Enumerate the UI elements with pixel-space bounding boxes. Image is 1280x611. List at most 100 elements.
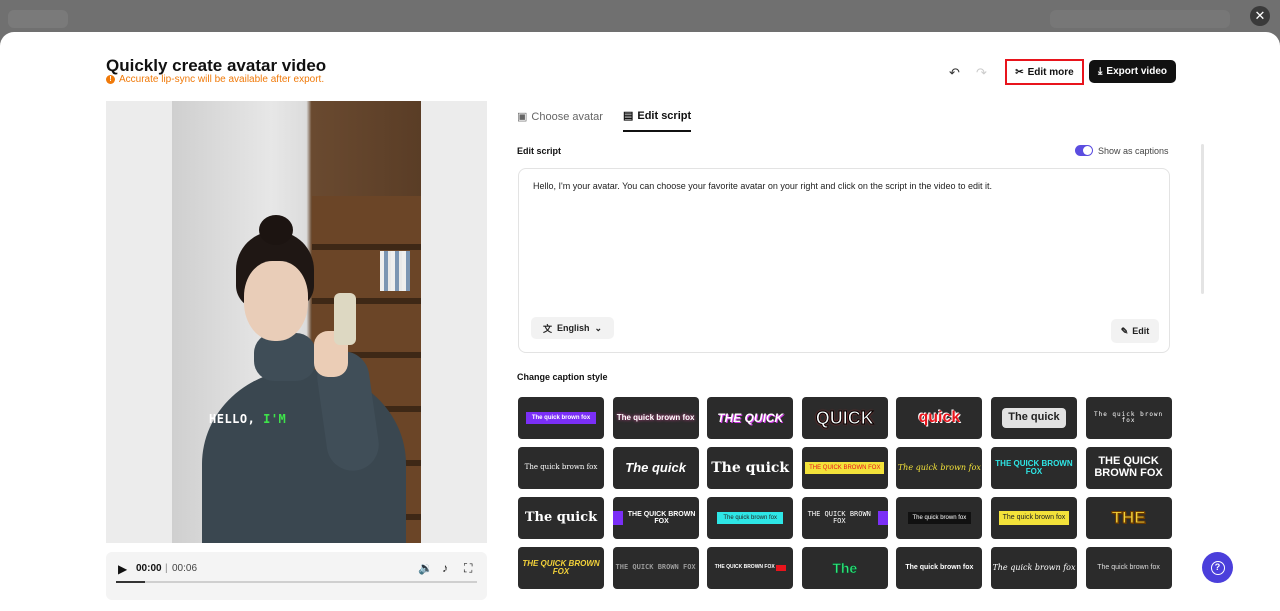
- language-select[interactable]: 文 English ⌄: [531, 317, 614, 339]
- scrollbar[interactable]: [1201, 144, 1204, 294]
- undo-icon[interactable]: ↶: [949, 65, 960, 81]
- caption-style-option[interactable]: QUICK: [801, 397, 888, 439]
- fullscreen-icon[interactable]: ⛶: [464, 561, 472, 576]
- caption-style-option[interactable]: THE QUICK BROWN FOX: [990, 447, 1077, 489]
- caption-style-option[interactable]: The: [801, 547, 888, 589]
- tab-label: Edit script: [637, 109, 692, 122]
- tab-choose-avatar[interactable]: ▣ Choose avatar: [517, 109, 603, 132]
- time-separator: |: [165, 563, 168, 574]
- caption-style-option[interactable]: THE QUICK BROWN FOX: [612, 497, 699, 539]
- caption-style-option[interactable]: quick: [896, 397, 983, 439]
- caption-style-option[interactable]: The quick: [518, 497, 604, 539]
- lip-sync-warning: ! Accurate lip-sync will be available af…: [106, 74, 324, 85]
- caption-style-option[interactable]: THE: [1085, 497, 1172, 539]
- caption-style-text: THE QUICK BROWN FOX: [615, 563, 696, 572]
- caption-style-text: The quick: [711, 459, 790, 476]
- caption-style-text: The quick brown fox: [525, 411, 597, 425]
- caption-style-option[interactable]: The quick brown fox: [612, 397, 699, 439]
- caption-style-text: The quick brown fox: [992, 562, 1076, 572]
- export-video-button[interactable]: ⤓ Export video: [1089, 60, 1176, 83]
- caption-style-text: quick: [918, 408, 961, 426]
- script-editor[interactable]: Hello, I'm your avatar. You can choose y…: [518, 168, 1170, 353]
- caption-style-text: The quick brown fox: [1093, 410, 1164, 424]
- progress-fill: [116, 581, 145, 583]
- caption-style-text: The quick brown fox: [717, 511, 784, 525]
- caption-style-option[interactable]: The quick brown fox: [990, 547, 1077, 589]
- caption-style-option[interactable]: THE QUICK: [707, 397, 794, 439]
- export-label: Export video: [1106, 66, 1167, 77]
- caption-style-text: The quick: [1002, 408, 1066, 428]
- caption-style-option[interactable]: The quick brown fox: [518, 397, 604, 439]
- play-icon[interactable]: ▶: [118, 562, 127, 576]
- pencil-icon: ✎: [1120, 325, 1129, 336]
- progress-track[interactable]: [116, 581, 477, 583]
- help-icon: ?: [1210, 560, 1225, 575]
- caption-style-option[interactable]: THE QUICK BROWN FOX: [801, 497, 888, 539]
- caption-style-option[interactable]: THE QUICK BROWN FOX: [612, 547, 699, 589]
- video-controls: ▶ 00:00 | 00:06 🔉 ♪ ⛶: [106, 552, 487, 600]
- warning-text: Accurate lip-sync will be available afte…: [119, 74, 325, 85]
- caption-style-option[interactable]: The quick brown fox: [707, 497, 794, 539]
- tab-edit-script[interactable]: ▤ Edit script: [622, 109, 692, 132]
- caption-style-label: Change caption style: [517, 372, 608, 382]
- close-icon[interactable]: ✕: [1250, 6, 1270, 26]
- avatar-photo: [172, 101, 421, 543]
- caption-style-option[interactable]: THE QUICK BROWN FOX: [518, 547, 604, 589]
- caption-style-option[interactable]: THE QUICK BROWN FOX: [1085, 447, 1172, 489]
- caption-style-option[interactable]: THE QUICK BROWN FOX: [707, 547, 794, 589]
- caption-word-highlight: I'M: [263, 412, 287, 426]
- caption-style-text: The quick brown fox: [897, 462, 981, 472]
- edit-more-label: Edit more: [1027, 66, 1074, 78]
- avatar-icon: ▣: [517, 111, 528, 123]
- caption-style-option[interactable]: The quick brown fox: [1085, 547, 1172, 589]
- caption-word: HELLO,: [209, 412, 256, 426]
- caption-style-option[interactable]: The quick brown fox: [1085, 397, 1172, 439]
- edit-more-button[interactable]: ✂ Edit more: [1005, 59, 1084, 85]
- caption-style-grid: The quick brown fox The quick brown fox …: [518, 397, 1172, 589]
- volume-icon[interactable]: 🔉: [418, 561, 433, 575]
- caption-style-text: The quick brown fox: [998, 511, 1070, 525]
- script-icon: ▤: [622, 110, 634, 122]
- caption-style-text: QUICK: [815, 407, 874, 428]
- page-title: Quickly create avatar video: [106, 56, 327, 75]
- tab-label: Choose avatar: [531, 110, 603, 123]
- caption-style-text: THE QUICK BROWN FOX: [715, 565, 786, 571]
- caption-style-option[interactable]: The quick: [707, 447, 794, 489]
- caption-style-text: The quick: [625, 460, 686, 476]
- avatar-video-modal: Quickly create avatar video ! Accurate l…: [0, 32, 1280, 611]
- captions-toggle-row: Show as captions: [1075, 145, 1169, 156]
- caption-style-text: The: [832, 559, 858, 576]
- caption-style-text: The quick brown fox: [524, 463, 598, 472]
- caption-style-option[interactable]: The quick brown fox: [896, 447, 983, 489]
- caption-style-text: THE QUICK BROWN FOX: [805, 461, 885, 475]
- edit-label: Edit: [1132, 326, 1150, 336]
- warning-icon: !: [106, 75, 115, 84]
- caption-style-option[interactable]: The quick brown fox: [896, 547, 983, 589]
- caption-style-option[interactable]: The quick brown fox: [990, 497, 1077, 539]
- caption-style-option[interactable]: THE QUICK BROWN FOX: [801, 447, 888, 489]
- caption-style-option[interactable]: The quick: [612, 447, 699, 489]
- help-button[interactable]: ?: [1202, 552, 1233, 583]
- tab-bar: ▣ Choose avatar ▤ Edit script: [517, 109, 692, 132]
- script-text[interactable]: Hello, I'm your avatar. You can choose y…: [533, 181, 992, 191]
- avatar-bun: [259, 215, 293, 245]
- caption-style-option[interactable]: The quick: [990, 397, 1077, 439]
- edit-script-label: Edit script: [517, 146, 562, 156]
- language-label: English: [556, 323, 590, 333]
- tiktok-icon[interactable]: ♪: [442, 561, 448, 575]
- caption-style-text: The quick brown fox: [907, 511, 972, 525]
- caption-style-text: The quick brown fox: [1097, 564, 1160, 572]
- caption-style-text: THE: [1111, 508, 1146, 528]
- redo-icon[interactable]: ↷: [976, 65, 987, 81]
- backdrop-toolbar: [1050, 10, 1230, 28]
- edit-script-button[interactable]: ✎ Edit: [1111, 319, 1159, 343]
- download-icon: ⤓: [1098, 66, 1103, 77]
- books: [380, 251, 410, 291]
- caption-style-text: THE QUICK: [717, 410, 784, 425]
- caption-style-option[interactable]: The quick brown fox: [518, 447, 604, 489]
- captions-toggle[interactable]: [1075, 145, 1093, 156]
- caption-style-option[interactable]: The quick brown fox: [896, 497, 983, 539]
- video-preview[interactable]: HELLO, I'M: [106, 101, 487, 543]
- avatar-face: [244, 261, 308, 341]
- video-caption[interactable]: HELLO, I'M: [209, 412, 286, 426]
